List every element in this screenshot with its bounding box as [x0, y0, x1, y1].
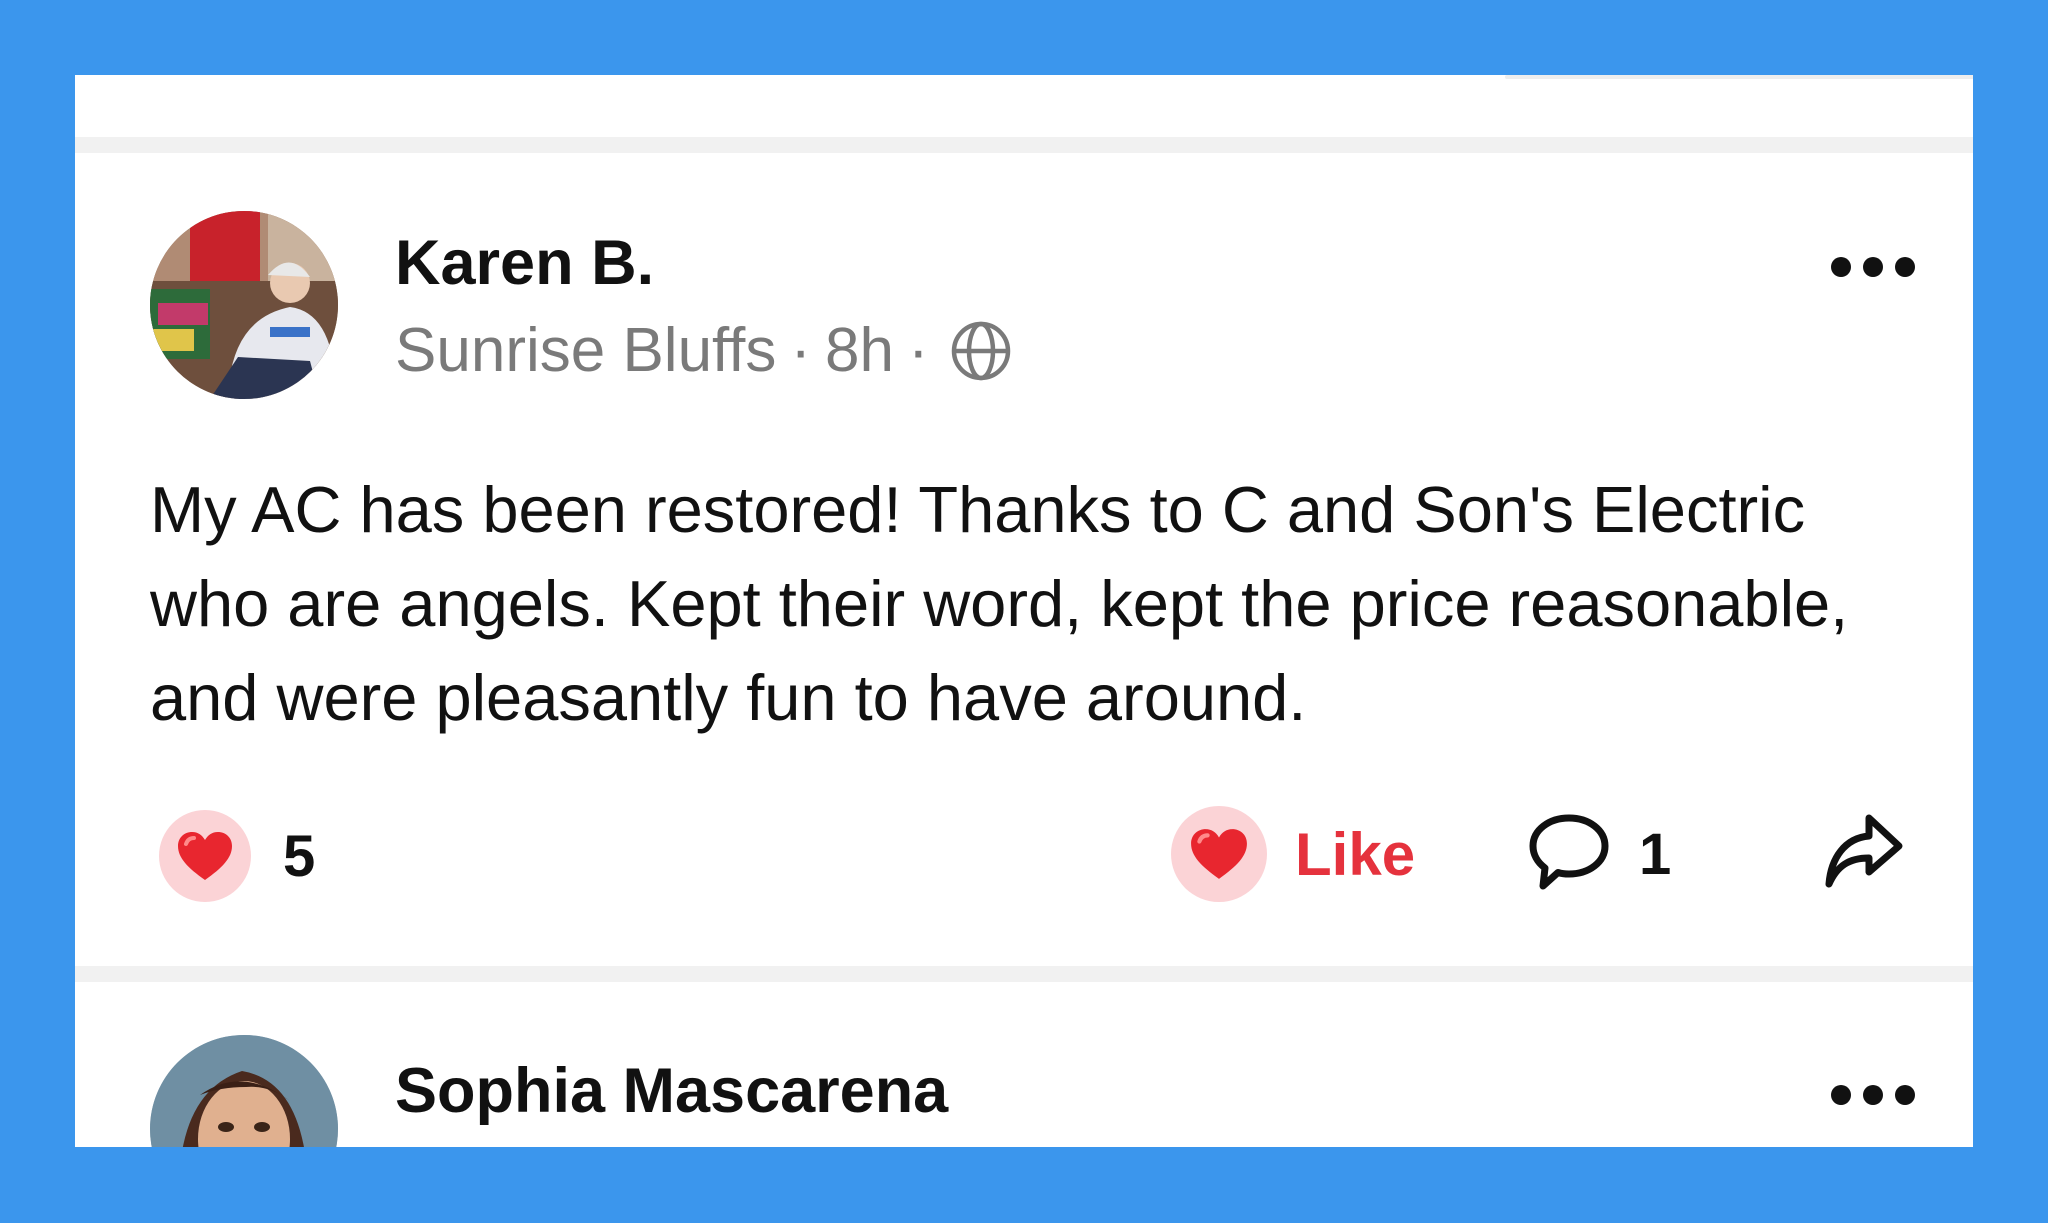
heart-icon [159, 810, 251, 902]
author-avatar[interactable] [150, 211, 338, 399]
author-name[interactable]: Sophia Mascarena [395, 1055, 948, 1127]
like-label: Like [1295, 820, 1416, 888]
like-button[interactable]: Like [1171, 806, 1415, 902]
author-name[interactable]: Karen B. [395, 227, 654, 299]
share-arrow-icon [1821, 814, 1905, 896]
feed-card: Karen B. Sunrise Bluffs · 8h · My AC has… [75, 75, 1973, 1147]
post-divider [75, 966, 1973, 982]
post-time: 8h [825, 316, 895, 385]
reaction-summary[interactable]: 5 [159, 810, 315, 902]
previous-post-edge [1505, 75, 1973, 79]
post-divider [75, 137, 1973, 153]
author-avatar[interactable] [150, 1035, 338, 1147]
meta-separator: · [908, 316, 929, 385]
heart-icon [1171, 806, 1267, 902]
globe-icon [949, 319, 1013, 383]
meta-separator: · [790, 316, 812, 385]
neighborhood-link[interactable]: Sunrise Bluffs [395, 315, 776, 386]
more-options-icon[interactable] [1831, 255, 1915, 279]
reaction-count: 5 [283, 823, 316, 889]
post-meta: Sunrise Bluffs · 8h · [395, 315, 1013, 386]
more-options-icon[interactable] [1831, 1083, 1915, 1107]
share-button[interactable] [1821, 808, 1905, 897]
speech-bubble-icon [1527, 810, 1611, 899]
comment-count: 1 [1639, 822, 1672, 887]
comment-button[interactable]: 1 [1527, 810, 1671, 899]
post-body: My AC has been restored! Thanks to C and… [150, 473, 1849, 734]
